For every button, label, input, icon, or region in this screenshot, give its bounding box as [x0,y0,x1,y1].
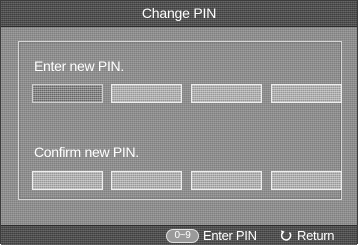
return-hint[interactable]: Return [297,228,335,244]
footer-hint-bar: 0~9 Enter PIN Return [1,225,357,245]
return-arrow-icon[interactable] [279,229,293,243]
new-pin-digit-4[interactable] [271,84,342,103]
new-pin-label: Enter new PIN. [34,58,124,74]
new-pin-digit-2[interactable] [111,84,182,103]
confirm-pin-digit-2[interactable] [111,171,182,190]
number-keys-badge: 0~9 [166,229,199,243]
confirm-pin-digit-1[interactable] [32,171,103,190]
confirm-pin-label: Confirm new PIN. [34,144,139,160]
enter-pin-hint: Enter PIN [203,228,257,243]
new-pin-digit-3[interactable] [191,84,262,103]
change-pin-dialog: Change PIN Enter new PIN. Confirm new PI… [0,0,358,245]
confirm-pin-digit-3[interactable] [191,171,262,190]
new-pin-digit-1[interactable] [32,84,103,103]
title-bar: Change PIN [1,1,357,27]
dialog-title: Change PIN [141,5,217,21]
confirm-pin-digit-4[interactable] [271,171,342,190]
